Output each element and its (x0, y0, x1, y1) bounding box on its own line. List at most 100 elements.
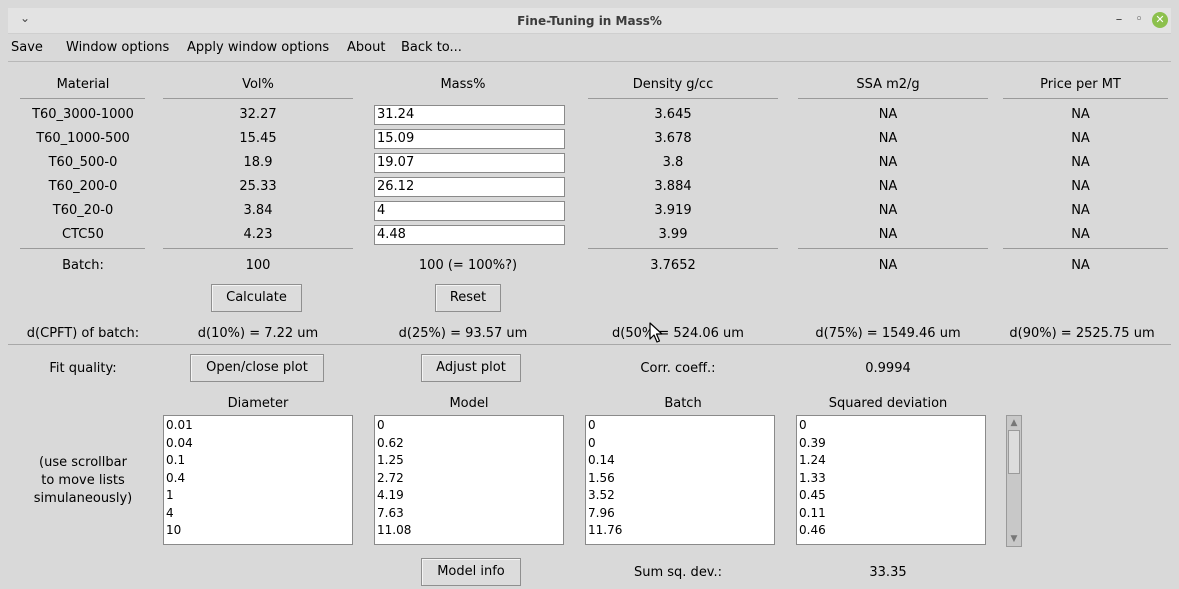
header-ssa: SSA m2/g (856, 77, 920, 92)
title-bar: ⌄ Fine-Tuning in Mass% – ◦ ✕ (8, 8, 1171, 34)
list-item[interactable]: 0 (588, 417, 774, 435)
price-value: NA (1071, 203, 1090, 218)
d50-value: d(50% = 524.06 um (612, 326, 744, 341)
material-name: T60_200-0 (48, 179, 118, 194)
mass-input[interactable]: 4 (374, 201, 565, 221)
d90-value: d(90%) = 2525.75 um (1009, 326, 1155, 341)
material-name: CTC50 (62, 227, 104, 242)
list-item[interactable]: 0 (799, 417, 985, 435)
header-price: Price per MT (1040, 77, 1121, 92)
scrollbar-thumb[interactable] (1008, 430, 1020, 474)
ssa-value: NA (878, 203, 898, 218)
ssa-value: NA (878, 155, 898, 170)
header-mass: Mass% (440, 77, 486, 92)
scroll-note-line: to move lists (41, 473, 125, 488)
scroll-down-arrow-icon[interactable]: ▼ (1008, 533, 1020, 545)
menu-save[interactable]: Save (11, 40, 43, 55)
list-item[interactable]: 0.11 (799, 505, 985, 523)
divider (20, 248, 145, 249)
minimize-icon[interactable]: – (1111, 12, 1127, 28)
squared-deviation-list[interactable]: 0 0.39 1.24 1.33 0.45 0.11 0.46 (796, 415, 986, 545)
menu-back-to[interactable]: Back to... (401, 40, 462, 55)
batch-density: 3.7652 (650, 258, 696, 273)
list-item[interactable]: 4.19 (377, 487, 563, 505)
list-header-batch: Batch (664, 396, 702, 411)
list-item[interactable]: 1.33 (799, 470, 985, 488)
divider (163, 98, 353, 99)
list-item[interactable]: 0.4 (166, 470, 352, 488)
list-item[interactable]: 0.14 (588, 452, 774, 470)
list-item[interactable]: 0 (588, 435, 774, 453)
d10-value: d(10%) = 7.22 um (197, 326, 319, 341)
list-item[interactable]: 4 (166, 505, 352, 523)
list-item[interactable]: 11.08 (377, 522, 563, 540)
ssa-value: NA (878, 227, 898, 242)
mass-input[interactable]: 26.12 (374, 177, 565, 197)
list-item[interactable]: 1.24 (799, 452, 985, 470)
list-item[interactable]: 0.1 (166, 452, 352, 470)
density-value: 3.678 (654, 131, 692, 146)
list-item[interactable]: 0.01 (166, 417, 352, 435)
list-item[interactable]: 0 (377, 417, 563, 435)
d25-value: d(25%) = 93.57 um (398, 326, 528, 341)
sum-sq-dev-label: Sum sq. dev.: (633, 565, 723, 580)
model-info-button[interactable]: Model info (421, 558, 521, 586)
price-value: NA (1071, 227, 1090, 242)
density-value: 3.884 (654, 179, 692, 194)
vol-value: 32.27 (239, 107, 277, 122)
diameter-list[interactable]: 0.01 0.04 0.1 0.4 1 4 10 (163, 415, 353, 545)
menu-window-options[interactable]: Window options (66, 40, 169, 55)
list-item[interactable]: 11.76 (588, 522, 774, 540)
mass-input[interactable]: 19.07 (374, 153, 565, 173)
menu-apply-window-options[interactable]: Apply window options (187, 40, 329, 55)
list-header-diameter: Diameter (227, 396, 289, 411)
price-value: NA (1071, 155, 1090, 170)
material-name: T60_20-0 (52, 203, 114, 218)
lists-scrollbar[interactable]: ▲ ▼ (1006, 415, 1022, 547)
mass-input[interactable]: 4.48 (374, 225, 565, 245)
reset-button[interactable]: Reset (435, 284, 501, 312)
model-list[interactable]: 0 0.62 1.25 2.72 4.19 7.63 11.08 (374, 415, 564, 545)
batch-list[interactable]: 0 0 0.14 1.56 3.52 7.96 11.76 (585, 415, 775, 545)
adjust-plot-button[interactable]: Adjust plot (421, 354, 521, 382)
calculate-button[interactable]: Calculate (211, 284, 302, 312)
material-name: T60_1000-500 (36, 131, 130, 146)
menu-bar: Save Window options Apply window options… (8, 34, 1171, 62)
list-item[interactable]: 1.56 (588, 470, 774, 488)
ssa-value: NA (878, 131, 898, 146)
list-item[interactable]: 0.46 (799, 522, 985, 540)
list-item[interactable]: 2.72 (377, 470, 563, 488)
list-item[interactable]: 0.04 (166, 435, 352, 453)
mass-input[interactable]: 15.09 (374, 129, 565, 149)
close-icon[interactable]: ✕ (1152, 12, 1168, 28)
batch-ssa: NA (878, 258, 898, 273)
divider (588, 248, 778, 249)
list-item[interactable]: 1 (166, 487, 352, 505)
header-material: Material (56, 77, 110, 92)
scroll-up-arrow-icon[interactable]: ▲ (1008, 417, 1020, 429)
list-header-model: Model (449, 396, 489, 411)
list-item[interactable]: 3.52 (588, 487, 774, 505)
list-item[interactable]: 7.63 (377, 505, 563, 523)
menu-about[interactable]: About (347, 40, 385, 55)
vol-value: 15.45 (239, 131, 277, 146)
list-item[interactable]: 7.96 (588, 505, 774, 523)
batch-vol: 100 (245, 258, 271, 273)
divider (798, 248, 988, 249)
list-item[interactable]: 0.39 (799, 435, 985, 453)
sum-sq-dev-value: 33.35 (869, 565, 907, 580)
list-item[interactable]: 10 (166, 522, 352, 540)
open-close-plot-button[interactable]: Open/close plot (190, 354, 324, 382)
batch-mass: 100 (= 100%?) (418, 258, 518, 273)
corr-coeff-value: 0.9994 (865, 361, 911, 376)
list-item[interactable]: 0.62 (377, 435, 563, 453)
maximize-icon[interactable]: ◦ (1131, 12, 1147, 28)
list-item[interactable]: 1.25 (377, 452, 563, 470)
list-item[interactable]: 0.45 (799, 487, 985, 505)
price-value: NA (1071, 131, 1090, 146)
divider (163, 248, 353, 249)
fine-tuning-panel: Material Vol% Mass% Density g/cc SSA m2/… (8, 62, 1171, 589)
batch-price: NA (1071, 258, 1090, 273)
price-value: NA (1071, 179, 1090, 194)
mass-input[interactable]: 31.24 (374, 105, 565, 125)
